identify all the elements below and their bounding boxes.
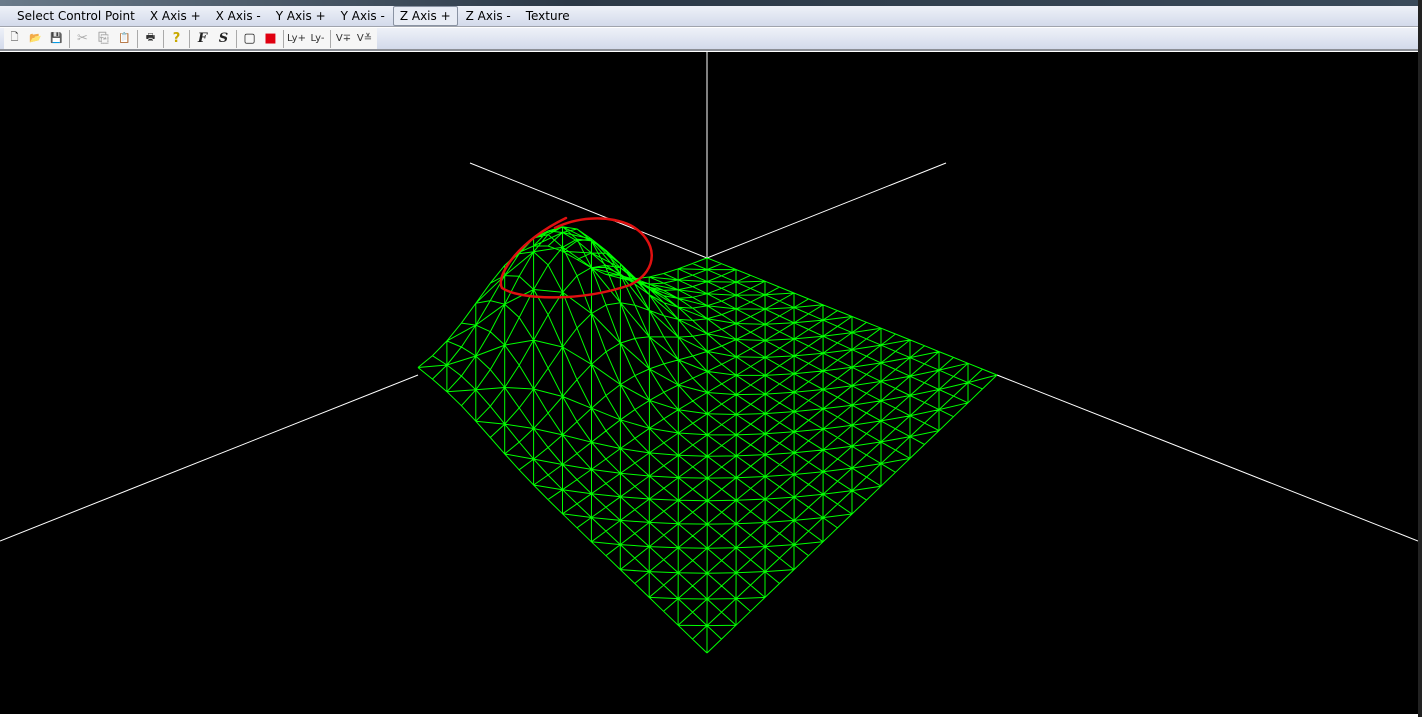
- surface-scene[interactable]: [0, 52, 1419, 714]
- toolbar-separator: [69, 29, 70, 48]
- menu-select-control-point[interactable]: Select Control Point: [10, 6, 142, 26]
- menu-y-axis-plus[interactable]: Y Axis +: [269, 6, 333, 26]
- font-s-icon[interactable]: S: [213, 29, 234, 49]
- toolbar-separator: [137, 29, 138, 48]
- paste-icon[interactable]: 📋: [114, 29, 135, 49]
- save-icon[interactable]: 💾: [46, 29, 67, 49]
- x-axis-back-line: [469, 162, 708, 259]
- copy-icon[interactable]: ⎘: [93, 29, 114, 49]
- wireframe-cube-icon[interactable]: ▢: [239, 29, 260, 49]
- toolbar-separator: [283, 29, 284, 48]
- y-axis-front-line: [0, 374, 419, 542]
- menu-texture[interactable]: Texture: [519, 6, 577, 26]
- toolbar-separator: [330, 29, 331, 48]
- 3d-viewport[interactable]: [0, 52, 1419, 714]
- window-border: [1418, 0, 1422, 717]
- menu-x-axis-minus[interactable]: X Axis -: [209, 6, 268, 26]
- red-circle-annotation: [499, 216, 653, 299]
- v-z-icon[interactable]: V≚: [354, 29, 375, 49]
- cut-icon[interactable]: ✂: [72, 29, 93, 49]
- color-cube-icon[interactable]: ■: [260, 29, 281, 49]
- ly-plus-icon[interactable]: Ly+: [286, 29, 307, 49]
- open-icon[interactable]: 📂: [25, 29, 46, 49]
- ly-minus-icon[interactable]: Ly-: [307, 29, 328, 49]
- font-f-icon[interactable]: F: [192, 29, 213, 49]
- x-axis-front-line: [996, 374, 1419, 542]
- print-icon[interactable]: 🖶: [140, 29, 161, 49]
- menu-z-axis-minus[interactable]: Z Axis -: [459, 6, 518, 26]
- menu-z-axis-plus[interactable]: Z Axis +: [392, 6, 458, 26]
- toolbar-separator: [236, 29, 237, 48]
- v-plus-icon[interactable]: V∓: [333, 29, 354, 49]
- toolbar-separator: [189, 29, 190, 48]
- help-icon[interactable]: ?: [166, 29, 187, 49]
- y-axis-back-line: [706, 162, 947, 259]
- menu-x-axis-plus[interactable]: X Axis +: [143, 6, 208, 26]
- toolbar: 🗋 📂 💾 ✂ ⎘ 📋 🖶? F S ▢ ■ Ly+ Ly- V∓ V≚: [0, 28, 1420, 51]
- menu-bar: Select Control Point X Axis + X Axis -Y Ax…: [0, 6, 1420, 27]
- new-icon[interactable]: 🗋: [4, 29, 25, 49]
- toolbar-separator: [163, 29, 164, 48]
- menu-y-axis-minus[interactable]: Y Axis -: [334, 6, 392, 26]
